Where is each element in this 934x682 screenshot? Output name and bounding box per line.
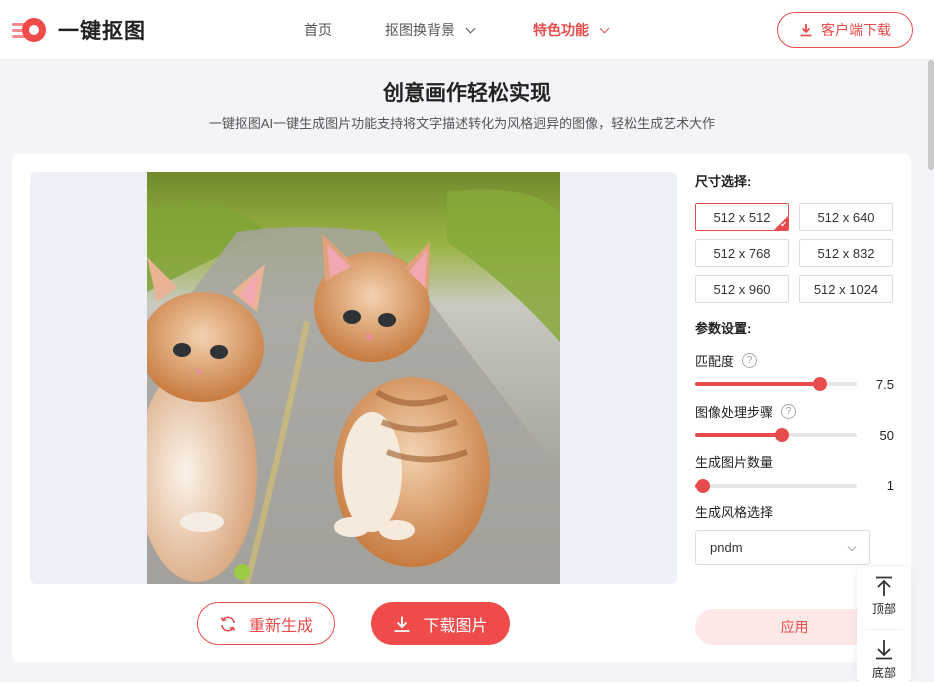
style-select[interactable]: pndm	[695, 530, 870, 565]
param-name: 图像处理步骤	[695, 405, 774, 420]
apply-label: 应用	[780, 619, 809, 635]
size-section-label: 尺寸选择:	[695, 174, 752, 189]
size-option-label: 512 x 832	[817, 245, 875, 261]
processing-steps-slider[interactable]	[695, 428, 857, 442]
download-image-label: 下载图片	[423, 617, 488, 635]
nav-features-label: 特色功能	[533, 22, 589, 38]
style-select-value: pndm	[710, 540, 743, 555]
processing-steps-value: 50	[879, 428, 894, 443]
slider-fill	[695, 382, 820, 386]
divider	[865, 629, 903, 630]
top-header: 一键抠图 首页 抠图换背景 特色功能 客户端下载	[0, 0, 934, 60]
download-image-button[interactable]: 下载图片	[371, 602, 510, 645]
processing-steps-label: 图像处理步骤 ?	[695, 402, 797, 421]
size-option-512x640[interactable]: 512 x 640	[799, 203, 893, 231]
nav-home-label: 首页	[304, 22, 332, 38]
slider-handle[interactable]	[696, 479, 711, 493]
size-option-label: 512 x 512	[713, 209, 771, 225]
client-download-label: 客户端下载	[821, 22, 891, 38]
image-count-slider[interactable]	[695, 479, 857, 493]
nav-features[interactable]: 特色功能	[533, 20, 610, 40]
size-option-label: 512 x 768	[713, 245, 771, 261]
scroll-bottom-button[interactable]: 底部	[857, 639, 911, 681]
param-name: 生成风格选择	[695, 505, 774, 520]
client-download-button[interactable]: 客户端下载	[777, 12, 913, 48]
chevron-down-icon	[847, 542, 857, 552]
scroll-top-label: 顶部	[871, 602, 896, 616]
regenerate-button[interactable]: 重新生成	[197, 602, 335, 645]
param-name: 匹配度	[695, 354, 735, 369]
nav-home[interactable]: 首页	[304, 20, 332, 40]
nav-cutout-background[interactable]: 抠图换背景	[385, 20, 476, 40]
arrow-down-bar-icon	[876, 640, 892, 660]
param-name: 生成图片数量	[695, 455, 774, 470]
image-count-value: 1	[886, 478, 894, 493]
scroll-bottom-label: 底部	[871, 666, 896, 680]
help-icon[interactable]: ?	[781, 404, 797, 419]
arrow-up-bar-icon	[876, 576, 892, 596]
regenerate-label: 重新生成	[248, 617, 313, 635]
match-degree-value: 7.5	[875, 377, 894, 392]
check-icon: ✔	[780, 220, 787, 229]
page-title: 创意画作轻松实现	[383, 82, 551, 105]
size-option-512x832[interactable]: 512 x 832	[799, 239, 893, 267]
generated-image	[147, 172, 560, 584]
size-option-label: 512 x 640	[817, 209, 875, 225]
chevron-down-icon	[599, 23, 610, 33]
size-option-512x1024[interactable]: 512 x 1024	[799, 275, 893, 303]
chevron-down-icon	[465, 23, 476, 33]
image-count-label: 生成图片数量	[695, 452, 773, 471]
nav-cutout-background-label: 抠图换背景	[385, 22, 455, 38]
refresh-icon	[220, 616, 236, 631]
page-subtitle: 一键抠图AI一键生成图片功能支持将文字描述转化为风格迥异的图像，轻松生成艺术大作	[208, 116, 716, 131]
floating-scroll-bar: 顶部 底部	[857, 567, 911, 682]
help-icon[interactable]: ?	[742, 353, 758, 368]
size-option-512x512[interactable]: 512 x 512 ✔	[695, 203, 789, 231]
download-icon	[800, 24, 812, 37]
match-degree-label: 匹配度 ?	[695, 351, 758, 370]
slider-fill	[695, 433, 783, 437]
size-option-label: 512 x 1024	[813, 281, 879, 297]
size-option-512x960[interactable]: 512 x 960	[695, 275, 789, 303]
download-icon	[394, 616, 410, 632]
style-select-label: 生成风格选择	[695, 502, 773, 521]
size-option-512x768[interactable]: 512 x 768	[695, 239, 789, 267]
scroll-top-button[interactable]: 顶部	[857, 575, 911, 617]
brand-logo[interactable]: 一键抠图	[12, 14, 146, 46]
param-section-label: 参数设置:	[695, 321, 752, 336]
brand-name: 一键抠图	[58, 20, 146, 43]
match-degree-slider[interactable]	[695, 377, 857, 391]
size-option-label: 512 x 960	[713, 281, 771, 297]
logo-icon	[12, 15, 50, 45]
slider-handle[interactable]	[812, 377, 827, 391]
